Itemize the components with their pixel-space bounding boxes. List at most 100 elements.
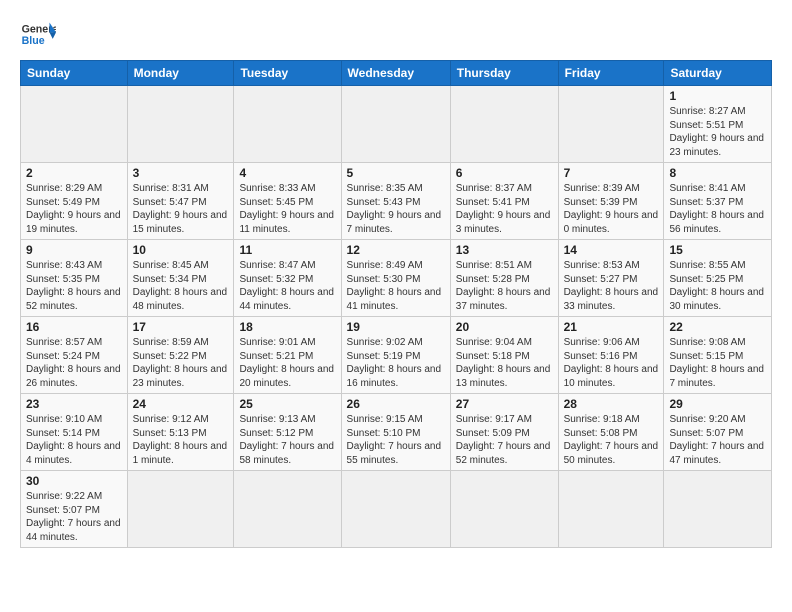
calendar-cell bbox=[234, 86, 341, 163]
day-number: 30 bbox=[26, 474, 122, 488]
day-number: 19 bbox=[347, 320, 445, 334]
calendar-cell: 9Sunrise: 8:43 AM Sunset: 5:35 PM Daylig… bbox=[21, 240, 128, 317]
weekday-header-sunday: Sunday bbox=[21, 61, 128, 86]
day-number: 2 bbox=[26, 166, 122, 180]
calendar-cell bbox=[127, 471, 234, 548]
calendar-cell bbox=[21, 86, 128, 163]
day-info: Sunrise: 9:15 AM Sunset: 5:10 PM Dayligh… bbox=[347, 413, 445, 467]
week-row-2: 9Sunrise: 8:43 AM Sunset: 5:35 PM Daylig… bbox=[21, 240, 772, 317]
calendar-cell bbox=[127, 86, 234, 163]
day-info: Sunrise: 8:37 AM Sunset: 5:41 PM Dayligh… bbox=[456, 182, 553, 236]
day-info: Sunrise: 8:39 AM Sunset: 5:39 PM Dayligh… bbox=[564, 182, 659, 236]
calendar-cell: 16 Sunrise: 8:57 AM Sunset: 5:24 PM Dayli… bbox=[21, 317, 128, 394]
week-row-4: 23 Sunrise: 9:10 AM Sunset: 5:14 PM Dayli… bbox=[21, 394, 772, 471]
day-number: 27 bbox=[456, 397, 553, 411]
day-info: Sunrise: 8:55 AM Sunset: 5:25 PM Dayligh… bbox=[669, 259, 766, 313]
day-number: 5 bbox=[347, 166, 445, 180]
day-info: Sunrise: 9:12 AM Sunset: 5:13 PM Dayligh… bbox=[133, 413, 229, 467]
calendar-cell: 6 Sunrise: 8:37 AM Sunset: 5:41 PM Daylig… bbox=[450, 163, 558, 240]
day-info: Sunrise: 8:27 AM Sunset: 5:51 PM Dayligh… bbox=[669, 105, 766, 159]
calendar-cell: 19 Sunrise: 9:02 AM Sunset: 5:19 PM Dayli… bbox=[341, 317, 450, 394]
calendar-cell: 24 Sunrise: 9:12 AM Sunset: 5:13 PM Dayli… bbox=[127, 394, 234, 471]
weekday-header-tuesday: Tuesday bbox=[234, 61, 341, 86]
day-number: 15 bbox=[669, 243, 766, 257]
calendar-cell: 8 Sunrise: 8:41 AM Sunset: 5:37 PM Daylig… bbox=[664, 163, 772, 240]
calendar-cell: 10Sunrise: 8:45 AM Sunset: 5:34 PM Dayli… bbox=[127, 240, 234, 317]
calendar-cell: 12Sunrise: 8:49 AM Sunset: 5:30 PM Dayli… bbox=[341, 240, 450, 317]
day-number: 13 bbox=[456, 243, 553, 257]
day-info: Sunrise: 8:33 AM Sunset: 5:45 PM Dayligh… bbox=[239, 182, 335, 236]
calendar-header: SundayMondayTuesdayWednesdayThursdayFrid… bbox=[21, 61, 772, 86]
day-number: 16 bbox=[26, 320, 122, 334]
calendar-cell: 25Sunrise: 9:13 AM Sunset: 5:12 PM Dayli… bbox=[234, 394, 341, 471]
calendar-cell: 23 Sunrise: 9:10 AM Sunset: 5:14 PM Dayli… bbox=[21, 394, 128, 471]
calendar-cell: 15 Sunrise: 8:55 AM Sunset: 5:25 PM Dayli… bbox=[664, 240, 772, 317]
day-info: Sunrise: 8:31 AM Sunset: 5:47 PM Dayligh… bbox=[133, 182, 229, 236]
calendar-cell: 7 Sunrise: 8:39 AM Sunset: 5:39 PM Daylig… bbox=[558, 163, 664, 240]
calendar-cell bbox=[664, 471, 772, 548]
day-info: Sunrise: 8:51 AM Sunset: 5:28 PM Dayligh… bbox=[456, 259, 553, 313]
weekday-header-thursday: Thursday bbox=[450, 61, 558, 86]
calendar-cell: 20 Sunrise: 9:04 AM Sunset: 5:18 PM Dayli… bbox=[450, 317, 558, 394]
weekday-header-friday: Friday bbox=[558, 61, 664, 86]
calendar-cell: 11 Sunrise: 8:47 AM Sunset: 5:32 PM Dayli… bbox=[234, 240, 341, 317]
calendar-body: 1 Sunrise: 8:27 AM Sunset: 5:51 PM Daylig… bbox=[21, 86, 772, 548]
day-number: 22 bbox=[669, 320, 766, 334]
logo: General Blue bbox=[20, 16, 56, 52]
calendar-cell: 3 Sunrise: 8:31 AM Sunset: 5:47 PM Daylig… bbox=[127, 163, 234, 240]
day-number: 10 bbox=[133, 243, 229, 257]
day-number: 24 bbox=[133, 397, 229, 411]
day-number: 6 bbox=[456, 166, 553, 180]
week-row-1: 2 Sunrise: 8:29 AM Sunset: 5:49 PM Daylig… bbox=[21, 163, 772, 240]
calendar-table: SundayMondayTuesdayWednesdayThursdayFrid… bbox=[20, 60, 772, 548]
week-row-5: 30 Sunrise: 9:22 AM Sunset: 5:07 PM Dayli… bbox=[21, 471, 772, 548]
day-number: 3 bbox=[133, 166, 229, 180]
day-info: Sunrise: 9:18 AM Sunset: 5:08 PM Dayligh… bbox=[564, 413, 659, 467]
day-number: 18 bbox=[239, 320, 335, 334]
day-info: Sunrise: 8:29 AM Sunset: 5:49 PM Dayligh… bbox=[26, 182, 122, 236]
calendar-cell: 17 Sunrise: 8:59 AM Sunset: 5:22 PM Dayli… bbox=[127, 317, 234, 394]
day-number: 11 bbox=[239, 243, 335, 257]
weekday-header-saturday: Saturday bbox=[664, 61, 772, 86]
calendar-cell: 18Sunrise: 9:01 AM Sunset: 5:21 PM Dayli… bbox=[234, 317, 341, 394]
calendar-cell: 21 Sunrise: 9:06 AM Sunset: 5:16 PM Dayli… bbox=[558, 317, 664, 394]
day-info: Sunrise: 8:41 AM Sunset: 5:37 PM Dayligh… bbox=[669, 182, 766, 236]
day-number: 7 bbox=[564, 166, 659, 180]
logo-icon: General Blue bbox=[20, 16, 56, 52]
weekday-row: SundayMondayTuesdayWednesdayThursdayFrid… bbox=[21, 61, 772, 86]
day-number: 26 bbox=[347, 397, 445, 411]
calendar-cell: 2 Sunrise: 8:29 AM Sunset: 5:49 PM Daylig… bbox=[21, 163, 128, 240]
day-number: 1 bbox=[669, 89, 766, 103]
calendar-cell bbox=[450, 86, 558, 163]
day-number: 23 bbox=[26, 397, 122, 411]
day-info: Sunrise: 9:02 AM Sunset: 5:19 PM Dayligh… bbox=[347, 336, 445, 390]
weekday-header-monday: Monday bbox=[127, 61, 234, 86]
day-info: Sunrise: 8:43 AM Sunset: 5:35 PM Dayligh… bbox=[26, 259, 122, 313]
day-info: Sunrise: 8:35 AM Sunset: 5:43 PM Dayligh… bbox=[347, 182, 445, 236]
day-number: 8 bbox=[669, 166, 766, 180]
day-info: Sunrise: 9:10 AM Sunset: 5:14 PM Dayligh… bbox=[26, 413, 122, 467]
calendar-cell bbox=[450, 471, 558, 548]
day-number: 17 bbox=[133, 320, 229, 334]
day-info: Sunrise: 8:53 AM Sunset: 5:27 PM Dayligh… bbox=[564, 259, 659, 313]
calendar-cell bbox=[234, 471, 341, 548]
day-info: Sunrise: 9:06 AM Sunset: 5:16 PM Dayligh… bbox=[564, 336, 659, 390]
day-number: 12 bbox=[347, 243, 445, 257]
weekday-header-wednesday: Wednesday bbox=[341, 61, 450, 86]
day-info: Sunrise: 9:08 AM Sunset: 5:15 PM Dayligh… bbox=[669, 336, 766, 390]
day-info: Sunrise: 9:20 AM Sunset: 5:07 PM Dayligh… bbox=[669, 413, 766, 467]
day-info: Sunrise: 8:59 AM Sunset: 5:22 PM Dayligh… bbox=[133, 336, 229, 390]
day-info: Sunrise: 8:47 AM Sunset: 5:32 PM Dayligh… bbox=[239, 259, 335, 313]
calendar-cell: 1 Sunrise: 8:27 AM Sunset: 5:51 PM Daylig… bbox=[664, 86, 772, 163]
day-number: 20 bbox=[456, 320, 553, 334]
day-info: Sunrise: 9:22 AM Sunset: 5:07 PM Dayligh… bbox=[26, 490, 122, 544]
week-row-3: 16 Sunrise: 8:57 AM Sunset: 5:24 PM Dayli… bbox=[21, 317, 772, 394]
header: General Blue bbox=[20, 16, 772, 52]
day-number: 28 bbox=[564, 397, 659, 411]
day-number: 4 bbox=[239, 166, 335, 180]
day-info: Sunrise: 9:04 AM Sunset: 5:18 PM Dayligh… bbox=[456, 336, 553, 390]
day-number: 14 bbox=[564, 243, 659, 257]
calendar-cell: 22 Sunrise: 9:08 AM Sunset: 5:15 PM Dayli… bbox=[664, 317, 772, 394]
day-number: 21 bbox=[564, 320, 659, 334]
day-info: Sunrise: 8:57 AM Sunset: 5:24 PM Dayligh… bbox=[26, 336, 122, 390]
